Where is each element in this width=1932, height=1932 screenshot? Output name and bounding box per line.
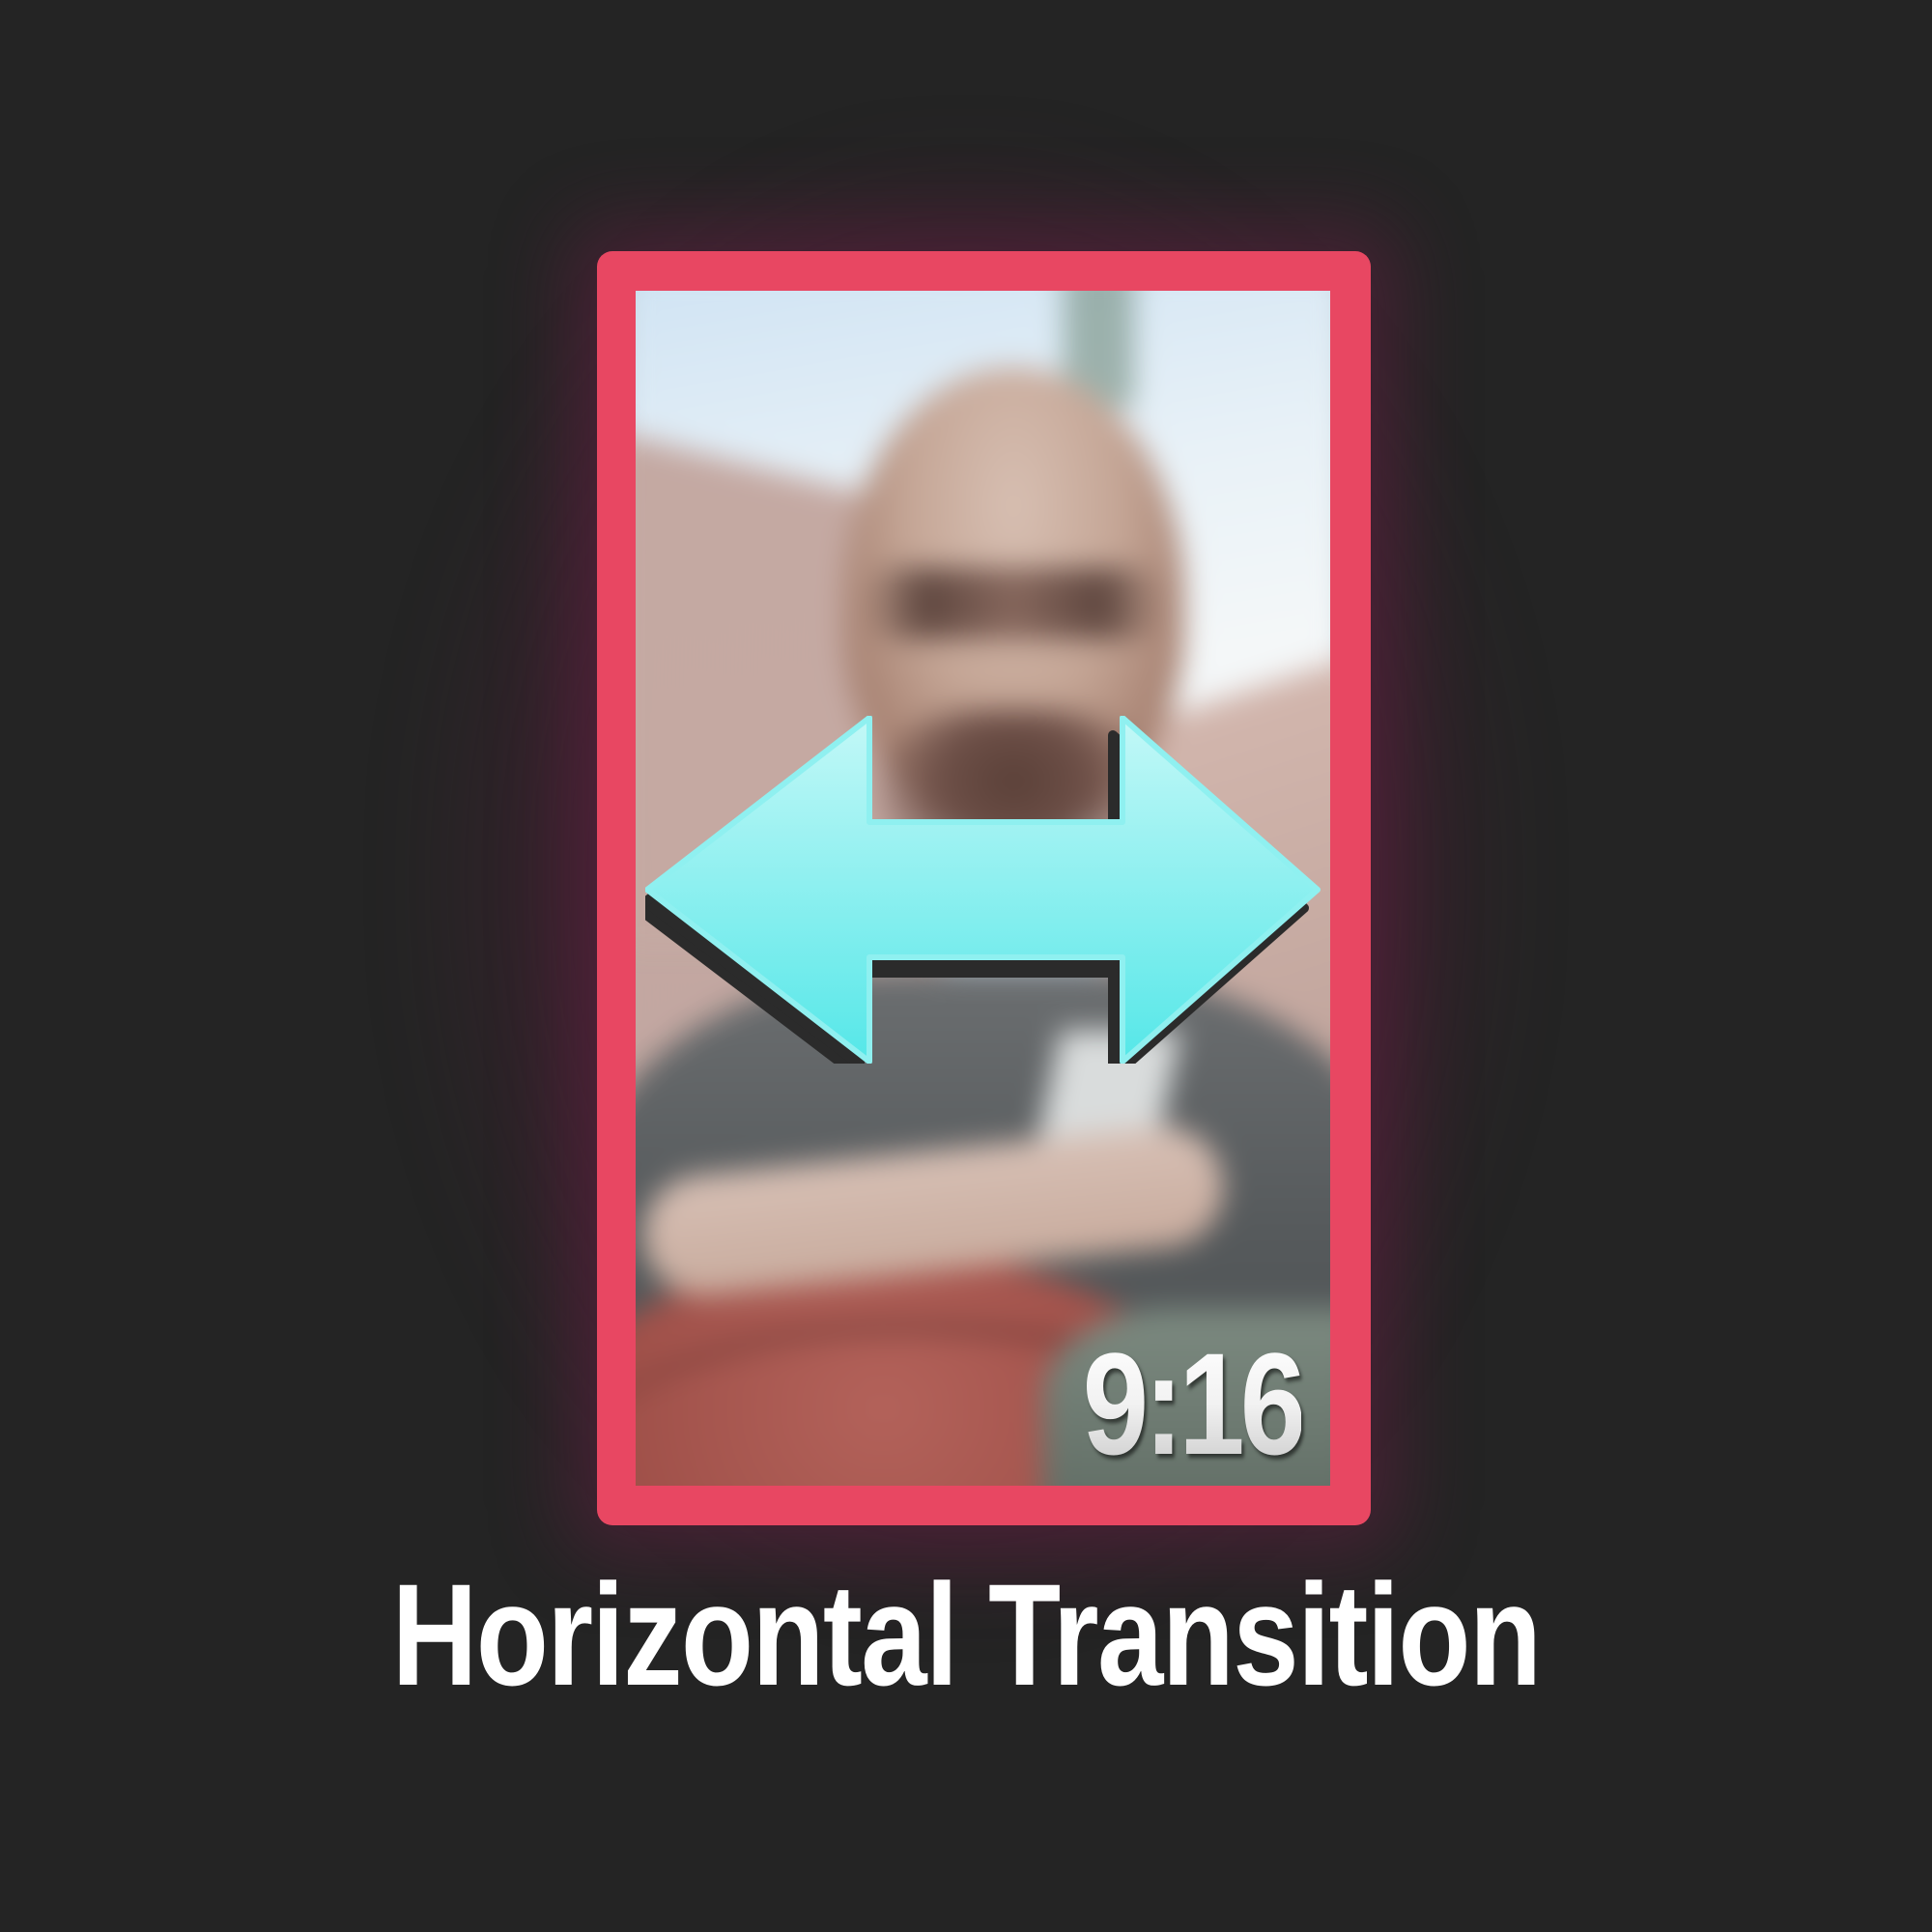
video-preview: 9:16 — [636, 291, 1330, 1486]
phone-frame: 9:16 — [597, 251, 1371, 1525]
arrow-body — [645, 716, 1321, 1064]
double-arrow-icon — [645, 716, 1321, 1064]
person-eyes — [863, 568, 1165, 639]
title-text: Horizontal Transition — [391, 1553, 1542, 1716]
aspect-ratio-label: 9:16 — [1082, 1322, 1305, 1485]
